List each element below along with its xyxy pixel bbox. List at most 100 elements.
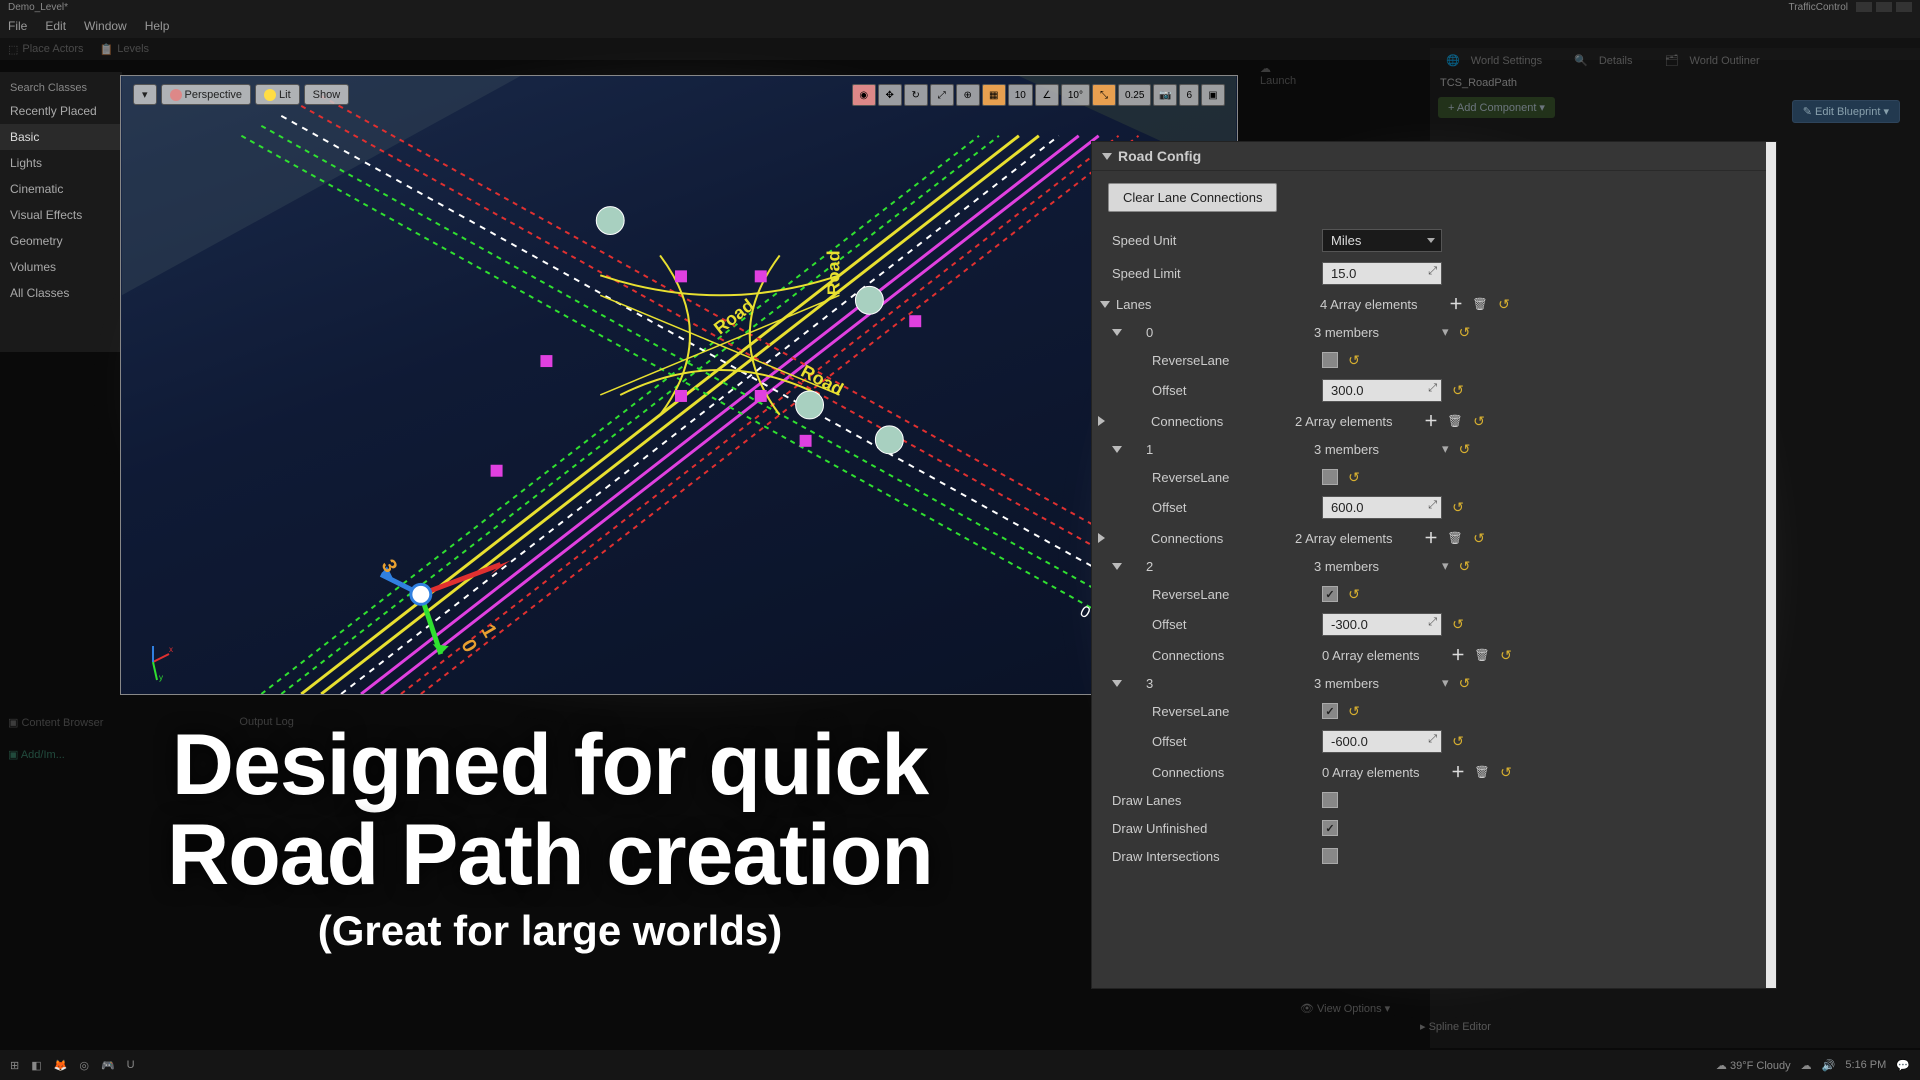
reset-icon[interactable]: ↺ bbox=[1346, 703, 1362, 719]
vp-scale-size[interactable]: 0.25 bbox=[1118, 84, 1151, 106]
reset-icon[interactable]: ↺ bbox=[1471, 530, 1487, 546]
vp-scale-mode[interactable]: ⤢ bbox=[930, 84, 954, 106]
vp-menu-button[interactable]: ▾ bbox=[133, 84, 157, 105]
tray-icon[interactable]: ☁ bbox=[1801, 1059, 1812, 1072]
trash-icon[interactable]: 🗑 bbox=[1447, 530, 1463, 546]
menu-file[interactable]: File bbox=[8, 19, 27, 33]
add-lane-icon[interactable]: ＋ bbox=[1448, 296, 1464, 312]
add-icon[interactable]: ＋ bbox=[1450, 764, 1466, 780]
close-button[interactable] bbox=[1896, 2, 1912, 12]
menu-edit[interactable]: Edit bbox=[45, 19, 66, 33]
draw-unfinished-checkbox[interactable] bbox=[1322, 820, 1338, 836]
vp-snap-grid[interactable]: ▦ bbox=[982, 84, 1006, 106]
road-config-header[interactable]: Road Config bbox=[1092, 142, 1776, 171]
add-icon[interactable]: ＋ bbox=[1423, 530, 1439, 546]
lane-3-offset-input[interactable]: -600.0 bbox=[1322, 730, 1442, 753]
clear-lane-connections-button[interactable]: Clear Lane Connections bbox=[1108, 183, 1277, 212]
lane-2-reverse-checkbox[interactable] bbox=[1322, 586, 1338, 602]
reset-icon[interactable]: ↺ bbox=[1457, 675, 1473, 691]
lane-3-reverse-checkbox[interactable] bbox=[1322, 703, 1338, 719]
lane-3-header[interactable]: 3 bbox=[1128, 676, 1314, 691]
weather-widget[interactable]: ☁ 39°F Cloudy bbox=[1716, 1059, 1791, 1072]
levels-btn[interactable]: 📋 Levels bbox=[100, 43, 150, 56]
reset-icon[interactable]: ↺ bbox=[1346, 352, 1362, 368]
scrollbar[interactable] bbox=[1766, 142, 1776, 988]
lane-0-offset-input[interactable]: 300.0 bbox=[1322, 379, 1442, 402]
reset-icon[interactable]: ↺ bbox=[1471, 413, 1487, 429]
market-line2: Road Path creation bbox=[167, 807, 933, 903]
vp-snap-scale[interactable]: ⤡ bbox=[1092, 84, 1116, 106]
lane-1-offset-input[interactable]: 600.0 bbox=[1322, 496, 1442, 519]
draw-lanes-checkbox[interactable] bbox=[1322, 792, 1338, 808]
launch-button[interactable]: ☁Launch bbox=[1260, 62, 1296, 87]
minimize-button[interactable] bbox=[1856, 2, 1872, 12]
speed-limit-input[interactable]: 15.0 bbox=[1322, 262, 1442, 285]
trash-icon[interactable]: 🗑 bbox=[1474, 764, 1490, 780]
lane-2-offset-input[interactable]: -300.0 bbox=[1322, 613, 1442, 636]
add-icon[interactable]: ＋ bbox=[1450, 647, 1466, 663]
viewport[interactable]: ▾ Perspective Lit Show ◉ ✥ ↻ ⤢ ⊕ ▦ 10 ∠ … bbox=[120, 75, 1238, 695]
add-import-button[interactable]: ▣ Add/Im... bbox=[8, 748, 65, 761]
maximize-button[interactable] bbox=[1876, 2, 1892, 12]
reset-lanes-icon[interactable]: ↺ bbox=[1496, 296, 1512, 312]
task-icon[interactable]: U bbox=[127, 1059, 135, 1071]
clear-lanes-icon[interactable]: 🗑 bbox=[1472, 296, 1488, 312]
selected-actor[interactable]: TCS_RoadPath bbox=[1430, 73, 1920, 93]
draw-unfinished-label: Draw Unfinished bbox=[1112, 821, 1322, 836]
vp-angle-size[interactable]: 10° bbox=[1061, 84, 1090, 106]
vp-show-button[interactable]: Show bbox=[304, 84, 350, 105]
vp-lit-button[interactable]: Lit bbox=[255, 84, 300, 105]
vp-select-mode[interactable]: ◉ bbox=[852, 84, 876, 106]
lane-2-header[interactable]: 2 bbox=[1128, 559, 1314, 574]
tray-icon[interactable]: 🔊 bbox=[1822, 1059, 1836, 1072]
task-icon[interactable]: 🦊 bbox=[54, 1059, 68, 1072]
lane-1-header[interactable]: 1 bbox=[1128, 442, 1314, 457]
vp-translate-mode[interactable]: ✥ bbox=[878, 84, 902, 106]
add-component-button[interactable]: + Add Component ▾ bbox=[1438, 97, 1555, 118]
reset-icon[interactable]: ↺ bbox=[1346, 469, 1362, 485]
svg-text:1: 1 bbox=[476, 621, 501, 642]
reset-icon[interactable]: ↺ bbox=[1450, 617, 1466, 633]
lanes-label[interactable]: Lanes bbox=[1116, 297, 1320, 312]
vp-rotate-mode[interactable]: ↻ bbox=[904, 84, 928, 106]
tab-details[interactable]: 🔍 Details bbox=[1566, 52, 1648, 69]
add-icon[interactable]: ＋ bbox=[1423, 413, 1439, 429]
vp-camera-speed[interactable]: 6 bbox=[1179, 84, 1199, 106]
reset-icon[interactable]: ↺ bbox=[1498, 764, 1514, 780]
reset-icon[interactable]: ↺ bbox=[1450, 500, 1466, 516]
start-button[interactable]: ⊞ bbox=[10, 1059, 19, 1072]
task-icon[interactable]: ◎ bbox=[79, 1059, 89, 1072]
reset-icon[interactable]: ↺ bbox=[1457, 558, 1473, 574]
task-icon[interactable]: 🎮 bbox=[101, 1059, 115, 1072]
clock[interactable]: 5:16 PM bbox=[1845, 1059, 1886, 1071]
spline-editor-header[interactable]: ▸ Spline Editor bbox=[1420, 1020, 1491, 1033]
lane-0-conn-label[interactable]: Connections bbox=[1111, 414, 1295, 429]
vp-perspective-button[interactable]: Perspective bbox=[161, 84, 251, 105]
task-icon[interactable]: ◧ bbox=[31, 1059, 41, 1072]
reset-icon[interactable]: ↺ bbox=[1457, 324, 1473, 340]
edit-blueprint-button[interactable]: ✎ Edit Blueprint ▾ bbox=[1792, 100, 1900, 123]
notifications-icon[interactable]: 💬 bbox=[1896, 1059, 1910, 1072]
vp-camera-speed-icon[interactable]: 📷 bbox=[1153, 84, 1177, 106]
vp-maximize[interactable]: ▣ bbox=[1201, 84, 1225, 106]
draw-intersections-checkbox[interactable] bbox=[1322, 848, 1338, 864]
trash-icon[interactable]: 🗑 bbox=[1474, 647, 1490, 663]
vp-coord-mode[interactable]: ⊕ bbox=[956, 84, 980, 106]
vp-snap-angle[interactable]: ∠ bbox=[1035, 84, 1059, 106]
place-actors-btn[interactable]: ⬚ Place Actors bbox=[8, 43, 84, 56]
reset-icon[interactable]: ↺ bbox=[1450, 383, 1466, 399]
trash-icon[interactable]: 🗑 bbox=[1447, 413, 1463, 429]
lane-1-reverse-checkbox[interactable] bbox=[1322, 469, 1338, 485]
tab-world-settings[interactable]: 🌐 World Settings bbox=[1438, 52, 1558, 69]
lane-0-header[interactable]: 0 bbox=[1128, 325, 1314, 340]
reset-icon[interactable]: ↺ bbox=[1346, 586, 1362, 602]
reset-icon[interactable]: ↺ bbox=[1457, 441, 1473, 457]
menu-window[interactable]: Window bbox=[84, 19, 127, 33]
reset-icon[interactable]: ↺ bbox=[1498, 647, 1514, 663]
tab-world-outliner[interactable]: 🗂 World Outliner bbox=[1656, 52, 1775, 69]
lane-0-reverse-checkbox[interactable] bbox=[1322, 352, 1338, 368]
vp-grid-size[interactable]: 10 bbox=[1008, 84, 1033, 106]
menu-help[interactable]: Help bbox=[145, 19, 170, 33]
speed-unit-dropdown[interactable]: Miles bbox=[1322, 229, 1442, 252]
reset-icon[interactable]: ↺ bbox=[1450, 734, 1466, 750]
